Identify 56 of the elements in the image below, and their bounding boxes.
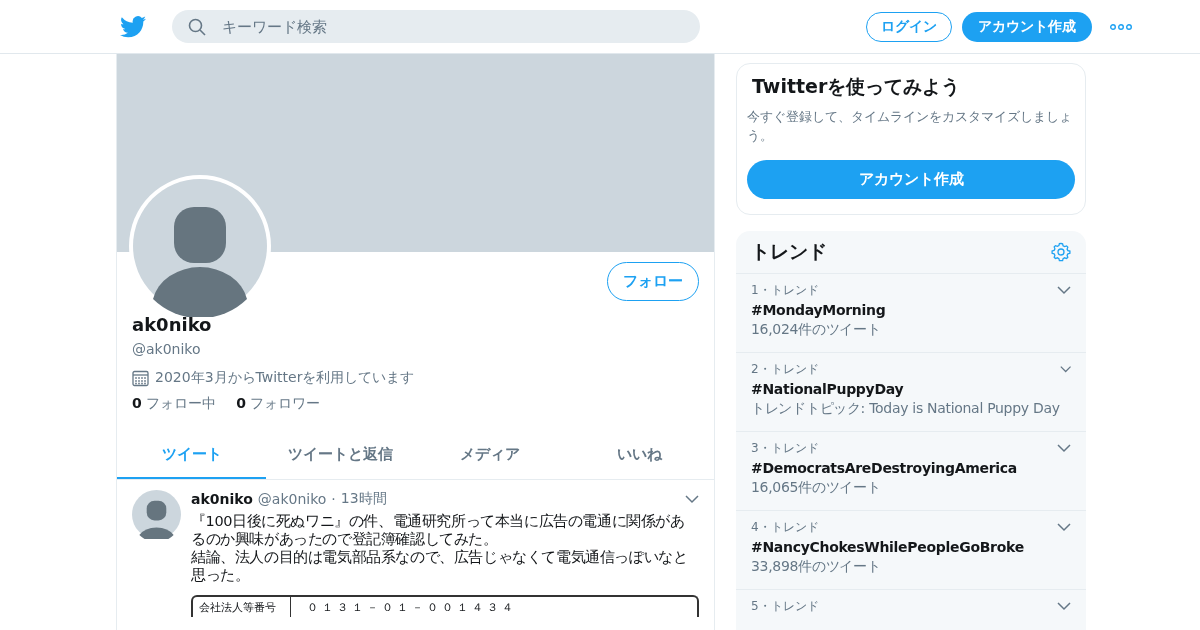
tweet-handle: @ak0niko — [257, 491, 327, 507]
trend-item[interactable]: 1・トレンド #MondayMorning 16,024件のツイート — [736, 273, 1086, 353]
profile-name: ak0niko — [132, 314, 213, 335]
separator: · — [331, 491, 336, 507]
profile-tab[interactable]: ツイート — [117, 431, 267, 479]
trend-meta: トレンドトピック: Today is National Puppy Day — [751, 399, 1060, 418]
trend-rank: 2・トレンド — [751, 360, 820, 378]
chevron-icon[interactable] — [1057, 601, 1071, 611]
tweet-time[interactable]: 13時間 — [340, 490, 387, 508]
trend-rank: 5・トレンド — [751, 597, 819, 615]
chevron-icon[interactable] — [1057, 443, 1071, 453]
follow-count[interactable]: 0 フォロー中 — [132, 395, 217, 413]
avatar — [132, 490, 181, 539]
card-text: 今すぐ登録して、タイムラインをカスタマイズしましょう。 — [747, 108, 1073, 145]
login-button[interactable]: ログイン — [866, 11, 952, 42]
chevron-icon[interactable] — [1057, 522, 1071, 532]
trend-meta: 16,065件のツイート — [751, 478, 882, 497]
profile-tab[interactable]: メディア — [415, 431, 565, 479]
chevron-icon[interactable] — [1057, 285, 1071, 295]
signup-button[interactable]: アカウント作成 — [962, 11, 1092, 42]
trend-item[interactable]: 2・トレンド #NationalPuppyDay トレンドトピック: Today is National Puppy Day — [736, 352, 1086, 432]
calendar-icon — [132, 369, 149, 387]
trends-title: トレンド — [751, 238, 827, 264]
bird-logo-icon[interactable] — [120, 15, 146, 38]
trend-rank: 3・トレンド — [751, 439, 820, 457]
trend-name: #MondayMorning — [751, 301, 886, 318]
follow-count[interactable]: 0 フォロワー — [236, 395, 321, 413]
trend-item[interactable]: 4・トレンド #NancyChokesWhilePeopleGoBroke 33,898件のツイート — [736, 510, 1086, 590]
trend-rank: 1・トレンド — [751, 281, 820, 299]
trend-meta: 33,898件のツイート — [751, 557, 882, 576]
search-input[interactable]: キーワード検索 — [220, 16, 684, 37]
tweet-text: 結論、法人の目的は電気部品系なので、広告じゃなくて電気通信っぽいなと思った。 — [191, 548, 689, 585]
document-value: ０１３１－０１－００１４３４ — [306, 599, 518, 616]
more-icon[interactable] — [1110, 23, 1132, 30]
profile-tab[interactable]: いいね — [564, 431, 714, 479]
settings-icon[interactable] — [1051, 241, 1071, 262]
profile-tab[interactable]: ツイートと返信 — [266, 431, 416, 479]
joined-date: 2020年3月からTwitterを利用しています — [155, 369, 415, 387]
search-field[interactable]: キーワード検索 — [172, 10, 700, 43]
trend-meta: 16,024件のツイート — [751, 320, 882, 339]
tweet-text: 『100日後に死ぬワニ』の件、電通研究所って本当に広告の電通に関係があるのか興味があったので登記簿確認してみた。 — [191, 512, 686, 549]
trend-name: #NancyChokesWhilePeopleGoBroke — [751, 538, 1024, 555]
follow-button[interactable]: フォロー — [607, 262, 699, 301]
trend-rank: 4・トレンド — [751, 518, 820, 536]
tweet-author: ak0niko — [191, 491, 253, 507]
signup-button[interactable]: アカウント作成 — [747, 159, 1075, 199]
card-title: Twitterを使ってみよう — [751, 74, 962, 99]
document-label: 会社法人等番号 — [193, 596, 291, 617]
search-icon — [188, 17, 206, 36]
trend-item[interactable]: 3・トレンド #DemocratsAreDestroyingAmerica 16,065件のツイート — [736, 431, 1086, 511]
chevron-icon[interactable] — [1059, 364, 1071, 374]
trend-name: #DemocratsAreDestroyingAmerica — [751, 459, 1017, 476]
trend-name: #NationalPuppyDay — [751, 380, 905, 397]
chevron-icon[interactable] — [685, 494, 699, 504]
trend-item[interactable]: 5・トレンド — [736, 589, 1086, 630]
profile-handle: @ak0niko — [132, 341, 202, 357]
